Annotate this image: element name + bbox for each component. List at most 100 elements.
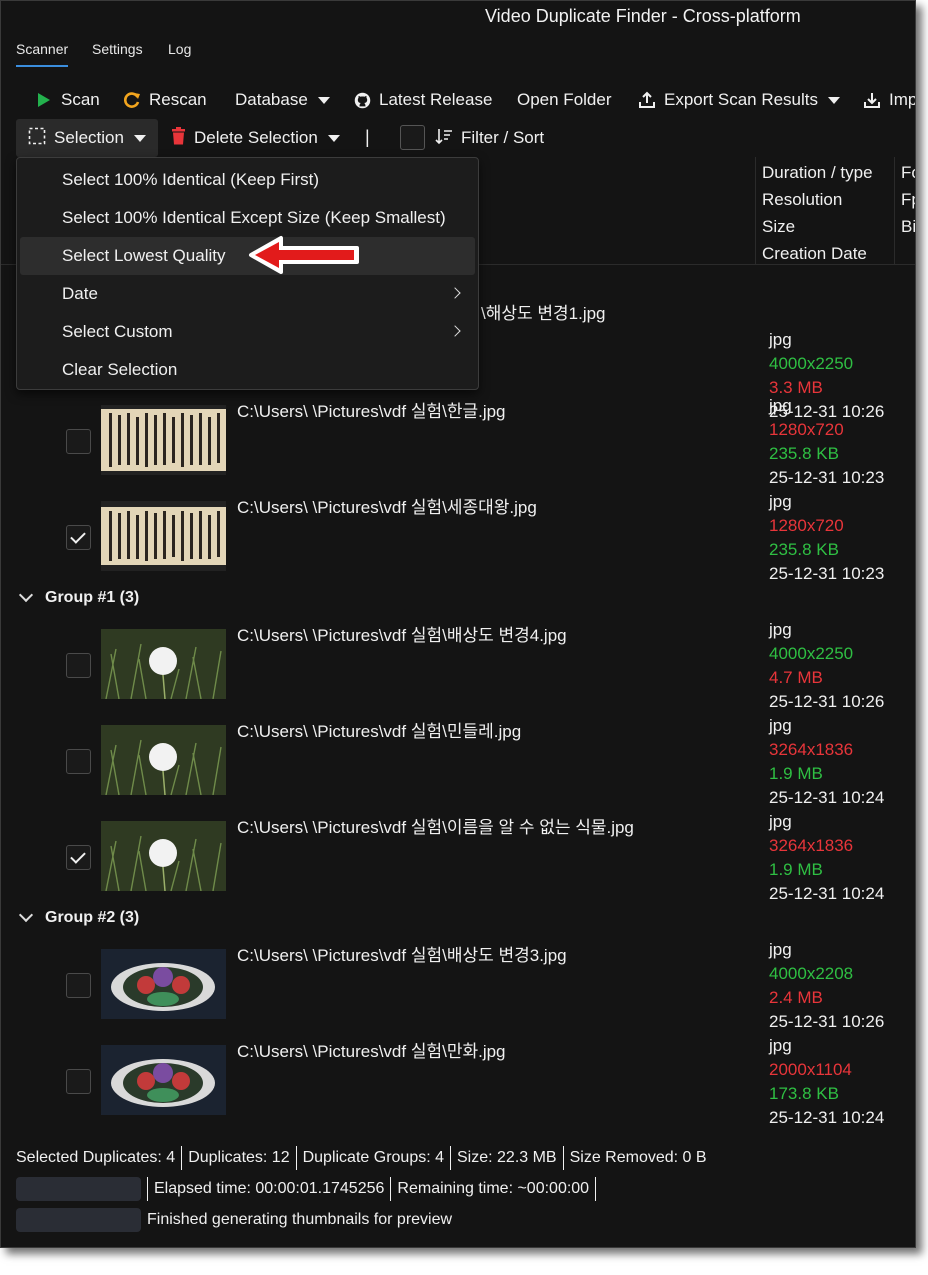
file-resolution: 3264x1836 bbox=[769, 836, 854, 855]
file-type: jpg bbox=[769, 396, 792, 415]
file-meta: jpg 3264x1836 1.9 MB 25-12-31 10:24 bbox=[769, 810, 884, 906]
main-toolbar: Scan Rescan Database Latest Release Open… bbox=[1, 83, 915, 117]
file-date: 25-12-31 10:24 bbox=[769, 788, 885, 807]
group-title: Group #1 (3) bbox=[45, 589, 140, 606]
file-size: 2.4 MB bbox=[769, 988, 823, 1007]
file-resolution: 4000x2250 bbox=[769, 644, 854, 663]
column-format-fps-bitrate[interactable]: Fo Fp Bi bbox=[894, 157, 916, 265]
chevron-right-icon bbox=[449, 287, 461, 299]
status-timing: Elapsed time: 00:00:01.1745256 Remaining… bbox=[16, 1175, 602, 1203]
delete-selection-label: Delete Selection bbox=[194, 128, 318, 147]
remaining-time: Remaining time: ~00:00:00 bbox=[397, 1180, 590, 1197]
sort-icon bbox=[435, 127, 453, 150]
scan-button[interactable]: Scan bbox=[35, 83, 100, 117]
elapsed-time: Elapsed time: 00:00:01.1745256 bbox=[154, 1180, 385, 1197]
duplicates-list: \해상도 변경1.jpg jpg 4000x2250 3.3 MB 25-12-… bbox=[1, 265, 915, 1137]
col-bitrate: Bi bbox=[901, 217, 916, 236]
file-date: 25-12-31 10:26 bbox=[769, 1012, 885, 1031]
row-checkbox[interactable] bbox=[66, 429, 91, 454]
caret-down-icon bbox=[327, 134, 340, 142]
menu-item-label: Clear Selection bbox=[62, 360, 178, 379]
trash-icon bbox=[171, 126, 186, 150]
row-checkbox[interactable] bbox=[66, 525, 91, 550]
list-item[interactable]: C:\Users\ \Pictures\vdf 실험\한글.jpg jpg 12… bbox=[1, 393, 915, 490]
window-title: Video Duplicate Finder - Cross-platform bbox=[485, 6, 801, 26]
file-size: 173.8 KB bbox=[769, 1084, 839, 1103]
menu-item-clear-selection[interactable]: Clear Selection bbox=[20, 351, 475, 389]
row-checkbox[interactable] bbox=[66, 653, 91, 678]
file-resolution: 2000x1104 bbox=[769, 1060, 852, 1079]
export-button[interactable]: Export Scan Results bbox=[638, 83, 841, 117]
scan-label: Scan bbox=[61, 90, 100, 109]
file-date: 25-12-31 10:23 bbox=[769, 468, 885, 487]
thumbnail-sejong bbox=[101, 501, 226, 571]
menu-item-label: Select Lowest Quality bbox=[62, 246, 226, 265]
tab-settings[interactable]: Settings bbox=[92, 41, 143, 57]
file-type: jpg bbox=[769, 1036, 792, 1055]
latest-release-label: Latest Release bbox=[379, 90, 493, 109]
row-checkbox[interactable] bbox=[66, 845, 91, 870]
thumbnail-comic bbox=[101, 949, 226, 1019]
caret-down-icon bbox=[133, 134, 146, 142]
menu-item-label: Select 100% Identical Except Size (Keep … bbox=[62, 208, 446, 227]
selected-duplicates-count: Selected Duplicates: 4 bbox=[16, 1149, 176, 1166]
list-item[interactable]: C:\Users\ \Pictures\vdf 실험\세종대왕.jpg jpg … bbox=[1, 489, 915, 586]
group-header[interactable]: Group #1 (3) bbox=[18, 583, 140, 613]
refresh-icon bbox=[123, 91, 141, 109]
file-size: 1.9 MB bbox=[769, 764, 823, 783]
tab-log[interactable]: Log bbox=[168, 41, 191, 57]
duplicate-groups-count: Duplicate Groups: 4 bbox=[302, 1149, 444, 1166]
scan-progress-bar bbox=[16, 1177, 141, 1201]
column-duration-resolution-size-date[interactable]: Duration / type Resolution Size Creation… bbox=[755, 157, 895, 265]
open-folder-button[interactable]: Open Folder bbox=[517, 83, 612, 117]
list-item[interactable]: C:\Users\ \Pictures\vdf 실험\이름을 알 수 없는 식물… bbox=[1, 809, 915, 906]
toolbar-separator: | bbox=[365, 127, 370, 147]
file-path: C:\Users\ \Pictures\vdf 실험\이름을 알 수 없는 식물… bbox=[237, 818, 634, 837]
file-meta: jpg 1280x720 235.8 KB 25-12-31 10:23 bbox=[769, 490, 884, 586]
file-size: 235.8 KB bbox=[769, 540, 839, 559]
delete-selection-dropdown[interactable]: Delete Selection bbox=[171, 119, 340, 157]
app-window: Video Duplicate Finder - Cross-platform … bbox=[0, 0, 916, 1248]
menu-item-select-identical-except-size[interactable]: Select 100% Identical Except Size (Keep … bbox=[20, 199, 475, 237]
filter-sort-button[interactable]: Filter / Sort bbox=[435, 119, 544, 157]
filter-checkbox[interactable] bbox=[400, 125, 425, 150]
menu-item-select-identical-keep-first[interactable]: Select 100% Identical (Keep First) bbox=[20, 161, 475, 199]
col-fps: Fp bbox=[901, 190, 915, 209]
list-item[interactable]: C:\Users\ \Pictures\vdf 실험\배상도 변경4.jpg j… bbox=[1, 617, 915, 713]
menu-item-select-custom[interactable]: Select Custom bbox=[20, 313, 475, 351]
file-resolution: 4000x2250 bbox=[769, 354, 854, 373]
menu-item-date[interactable]: Date bbox=[20, 275, 475, 313]
thumbnail-dandelion bbox=[101, 821, 226, 891]
file-type: jpg bbox=[769, 330, 792, 349]
status-message-row: Finished generating thumbnails for previ… bbox=[16, 1206, 452, 1234]
row-checkbox[interactable] bbox=[66, 749, 91, 774]
chevron-right-icon bbox=[449, 325, 461, 337]
selection-label: Selection bbox=[54, 128, 124, 147]
thumbnail-progress-bar bbox=[16, 1208, 141, 1232]
row-checkbox[interactable] bbox=[66, 1069, 91, 1094]
file-size: 4.7 MB bbox=[769, 668, 823, 687]
col-format: Fo bbox=[901, 163, 915, 182]
list-item[interactable]: C:\Users\ \Pictures\vdf 실험\만화.jpg jpg 20… bbox=[1, 1033, 915, 1129]
list-item[interactable]: C:\Users\ \Pictures\vdf 실험\배상도 변경3.jpg j… bbox=[1, 937, 915, 1033]
database-dropdown[interactable]: Database bbox=[235, 83, 330, 117]
list-item[interactable]: C:\Users\ \Pictures\vdf 실험\민들레.jpg jpg 3… bbox=[1, 713, 915, 809]
row-checkbox[interactable] bbox=[66, 973, 91, 998]
import-button[interactable]: Imp bbox=[863, 83, 915, 117]
thumbnail-dandelion bbox=[101, 725, 226, 795]
tab-scanner[interactable]: Scanner bbox=[16, 41, 69, 67]
selection-dropdown[interactable]: Selection bbox=[16, 119, 158, 157]
file-size: 235.8 KB bbox=[769, 444, 839, 463]
group-header[interactable]: Group #2 (3) bbox=[18, 903, 140, 933]
file-resolution: 1280x720 bbox=[769, 516, 844, 535]
thumbnail-dandelion bbox=[101, 629, 226, 699]
col-creation-date: Creation Date bbox=[762, 244, 867, 263]
group-title: Group #2 (3) bbox=[45, 909, 140, 926]
rescan-button[interactable]: Rescan bbox=[123, 83, 207, 117]
menu-item-label: Select 100% Identical (Keep First) bbox=[62, 170, 320, 189]
file-meta: jpg 1280x720 235.8 KB 25-12-31 10:23 bbox=[769, 394, 884, 490]
col-resolution: Resolution bbox=[762, 190, 843, 209]
github-icon bbox=[353, 91, 371, 109]
play-icon bbox=[35, 91, 53, 109]
latest-release-button[interactable]: Latest Release bbox=[353, 83, 492, 117]
